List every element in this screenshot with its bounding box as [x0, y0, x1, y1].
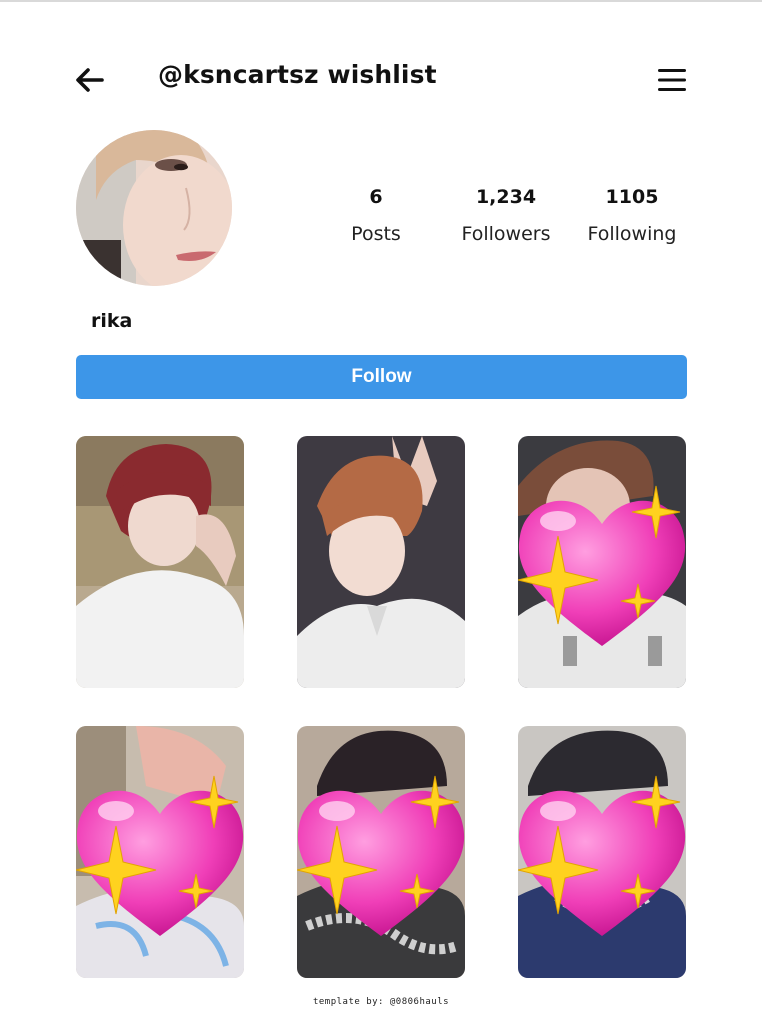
stat-followers-value: 1,234 [475, 186, 537, 208]
page-title: @ksncartsz wishlist [158, 60, 437, 89]
sparkling-heart-icon [518, 485, 686, 646]
grid-post-4[interactable] [76, 726, 244, 978]
stat-followers-label: Followers [461, 223, 551, 245]
avatar[interactable] [76, 130, 232, 286]
stat-posts-value: 6 [369, 186, 383, 208]
grid-post-6[interactable] [518, 726, 686, 978]
grid-post-2[interactable] [297, 436, 465, 688]
stat-following-label: Following [587, 223, 677, 245]
stat-followers[interactable]: 1,234 Followers [436, 183, 576, 247]
stat-posts[interactable]: 6 Posts [306, 183, 446, 247]
sparkling-heart-icon [297, 775, 465, 936]
template-credit: template by: @0806hauls [312, 997, 450, 1007]
stat-following-value: 1105 [605, 186, 659, 208]
arrow-left-icon[interactable] [74, 66, 106, 94]
grid-post-5[interactable] [297, 726, 465, 978]
hamburger-menu-icon[interactable] [656, 66, 688, 94]
sparkling-heart-icon [518, 775, 686, 936]
grid-post-3[interactable] [518, 436, 686, 688]
sparkling-heart-icon [76, 775, 244, 936]
top-divider [0, 0, 762, 2]
profile-name: rika [91, 310, 133, 332]
grid-post-1[interactable] [76, 436, 244, 688]
stat-following[interactable]: 1105 Following [562, 183, 702, 247]
stat-posts-label: Posts [351, 223, 401, 245]
photocard-image [76, 436, 244, 688]
photocard-image [297, 436, 465, 688]
follow-button[interactable]: Follow [76, 355, 687, 399]
